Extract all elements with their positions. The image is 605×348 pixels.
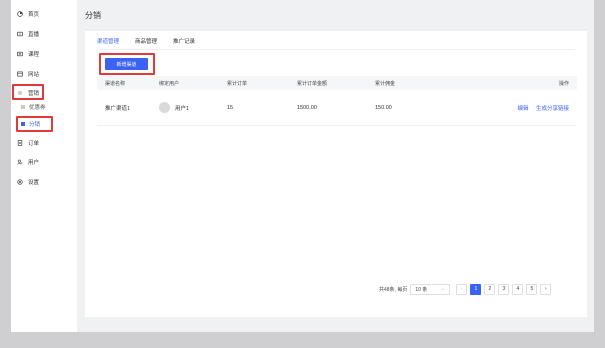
avatar	[159, 102, 170, 113]
page-button[interactable]: 4	[512, 283, 524, 295]
coupon-icon	[21, 104, 25, 109]
pagination-summary: 共48条, 每页	[379, 286, 408, 293]
sidebar-item-label: 优惠券	[29, 104, 46, 111]
course-icon	[15, 51, 25, 57]
column-header: 累计订单金额	[297, 80, 328, 87]
page-button[interactable]: 2	[484, 283, 496, 295]
sidebar-item-live[interactable]: 直播	[11, 28, 77, 40]
order-icon	[15, 140, 25, 146]
page-button[interactable]: 5	[526, 283, 538, 295]
sidebar-subitem-coupon[interactable]: 优惠券	[11, 101, 77, 112]
column-header: 渠道名称	[105, 80, 126, 87]
sidebar-item-settings[interactable]: 设置	[11, 176, 77, 188]
distribution-icon	[21, 121, 25, 126]
sidebar-item-label: 首页	[28, 12, 40, 18]
sidebar-item-label: 营销	[28, 91, 40, 97]
sidebar-item-order[interactable]: 订单	[11, 137, 77, 149]
sidebar-item-label: 设置	[28, 180, 40, 186]
row-actions: 编辑 生成分享链接	[445, 104, 577, 112]
edit-link[interactable]: 编辑	[517, 106, 528, 112]
sidebar-subitem-distribution[interactable]: 分销	[11, 118, 77, 129]
sidebar-item-marketing[interactable]: 营销	[11, 87, 77, 99]
add-channel-button[interactable]: 新增渠道	[105, 58, 148, 70]
sidebar-item-label: 订单	[28, 141, 40, 147]
sidebar-item-home[interactable]: 首页	[11, 8, 77, 20]
website-icon	[15, 71, 25, 77]
tab-bar: 渠道管理 商品管理 推广记录	[97, 35, 195, 49]
total-amount: 1500.00	[297, 104, 317, 111]
page-button[interactable]: 1	[470, 283, 482, 295]
user-name: 用户1	[175, 105, 190, 112]
sidebar: 首页 直播 课程 网站 营销 优惠券 分销 订单 用户 设置	[11, 0, 77, 332]
table-header: 渠道名称 绑定用户 累计订单 累计订单金额 累计佣金 操作	[97, 76, 577, 90]
sidebar-item-course[interactable]: 课程	[11, 48, 77, 60]
next-page-button[interactable]: ›	[540, 283, 552, 295]
user-icon	[15, 159, 25, 165]
total-commission: 150.00	[375, 104, 392, 111]
column-header: 累计佣金	[375, 80, 396, 87]
content-card: 渠道管理 商品管理 推广记录 新增渠道 渠道名称 绑定用户 累计订单 累计订单金…	[85, 31, 587, 317]
page-size-value: 10 条	[415, 286, 428, 293]
column-header: 操作	[558, 80, 569, 87]
sidebar-item-website[interactable]: 网站	[11, 68, 77, 80]
column-header: 累计订单	[227, 80, 248, 87]
page-button[interactable]: 3	[498, 283, 510, 295]
column-header: 绑定用户	[159, 80, 180, 87]
generate-share-link[interactable]: 生成分享链接	[536, 106, 569, 112]
page-size-select[interactable]: 10 条 ⌄	[410, 283, 451, 295]
pagination: 共48条, 每页 10 条 ⌄ ‹ 1 2 3 4 5 ›	[379, 283, 552, 295]
sidebar-item-label: 直播	[28, 32, 40, 38]
sidebar-item-user[interactable]: 用户	[11, 156, 77, 168]
prev-page-button[interactable]: ‹	[456, 283, 468, 295]
chevron-down-icon: ⌄	[441, 286, 446, 292]
channel-table: 渠道名称 绑定用户 累计订单 累计订单金额 累计佣金 操作 推广渠道1 用户1 …	[97, 76, 577, 126]
total-orders: 15	[227, 104, 234, 111]
settings-icon	[15, 179, 25, 185]
tab-divider	[97, 49, 575, 50]
sidebar-item-label: 网站	[28, 72, 40, 78]
dashboard-icon	[15, 11, 25, 17]
bound-user: 用户1	[159, 102, 227, 113]
sidebar-item-label: 课程	[28, 52, 40, 58]
sidebar-item-label: 用户	[28, 160, 40, 166]
table-row: 推广渠道1 用户1 15 1500.00 150.00 编辑 生成分享链接	[97, 90, 577, 126]
live-icon	[15, 31, 25, 37]
tab-promotion-records[interactable]: 推广记录	[173, 35, 195, 49]
sidebar-item-label: 分销	[29, 121, 41, 128]
channel-name: 推广渠道1	[105, 105, 131, 112]
page-title: 分销	[85, 10, 101, 20]
marketing-icon	[15, 90, 25, 96]
tab-product-management[interactable]: 商品管理	[135, 35, 157, 49]
app-window: 首页 直播 课程 网站 营销 优惠券 分销 订单 用户 设置 分销 渠道管理 商…	[11, 0, 594, 332]
tab-channel-management[interactable]: 渠道管理	[97, 35, 119, 49]
